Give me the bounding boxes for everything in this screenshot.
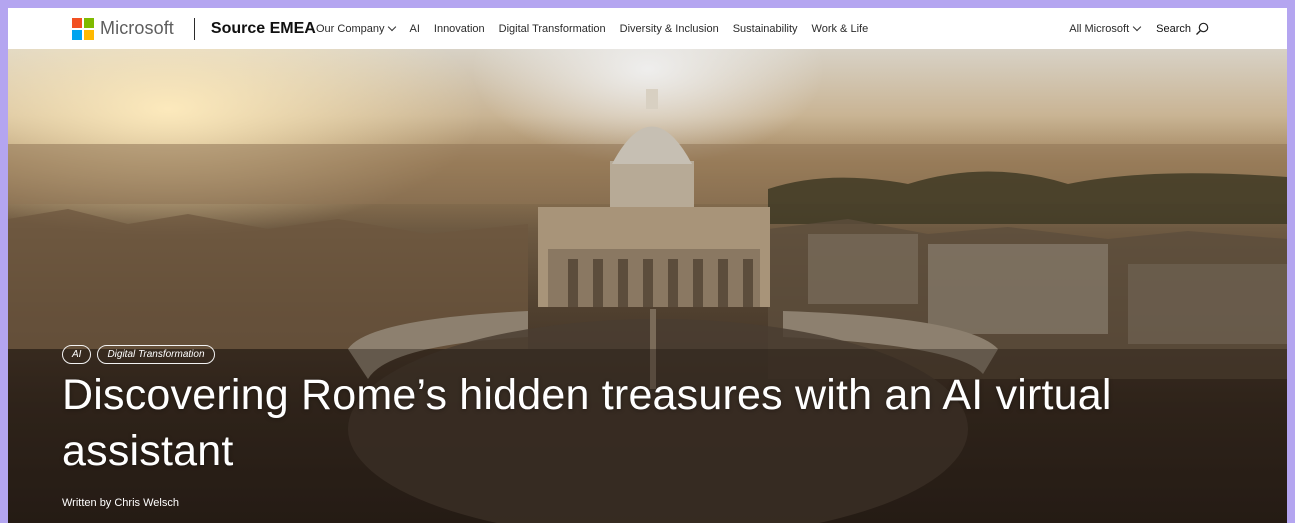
window-frame-top [0,0,1295,8]
article-headline: Discovering Rome’s hidden treasures with… [62,371,1112,475]
window-frame-right [1287,8,1295,523]
header-actions: All Microsoft Search [1069,8,1209,49]
nav-item-our-company[interactable]: Our Company [316,22,397,35]
nav-item-ai[interactable]: AI [409,23,419,35]
tag-list: AI Digital Transformation [62,345,215,364]
chevron-down-icon [388,22,397,32]
tag-ai[interactable]: AI [62,345,92,364]
tag-digital-transformation[interactable]: Digital Transformation [97,345,215,364]
nav-item-work-life[interactable]: Work & Life [812,23,869,35]
site-header: Microsoft Source EMEA Our Company AI Inn… [8,8,1287,49]
chevron-down-icon [1132,22,1142,32]
search-button[interactable]: Search [1156,22,1209,36]
nav-item-sustainability[interactable]: Sustainability [733,23,798,35]
site-name-link[interactable]: Source EMEA [211,20,316,38]
microsoft-wordmark[interactable]: Microsoft [100,18,174,39]
nav-item-diversity-inclusion[interactable]: Diversity & Inclusion [620,23,719,35]
article-byline: Written by Chris Welsch [62,497,179,509]
brand: Microsoft Source EMEA [72,8,316,49]
main-nav: Our Company AI Innovation Digital Transf… [316,8,882,49]
all-microsoft-menu[interactable]: All Microsoft [1069,22,1142,35]
nav-item-digital-transformation[interactable]: Digital Transformation [499,23,606,35]
nav-item-label: Our Company [316,22,385,35]
window-frame-left [0,8,8,523]
hero-banner: AI Digital Transformation Discovering Ro… [8,49,1287,523]
microsoft-logo-icon[interactable] [72,17,94,40]
all-microsoft-label: All Microsoft [1069,22,1130,35]
brand-divider [193,17,195,40]
search-label: Search [1156,22,1191,35]
nav-item-innovation[interactable]: Innovation [434,23,485,35]
search-icon [1196,22,1209,35]
